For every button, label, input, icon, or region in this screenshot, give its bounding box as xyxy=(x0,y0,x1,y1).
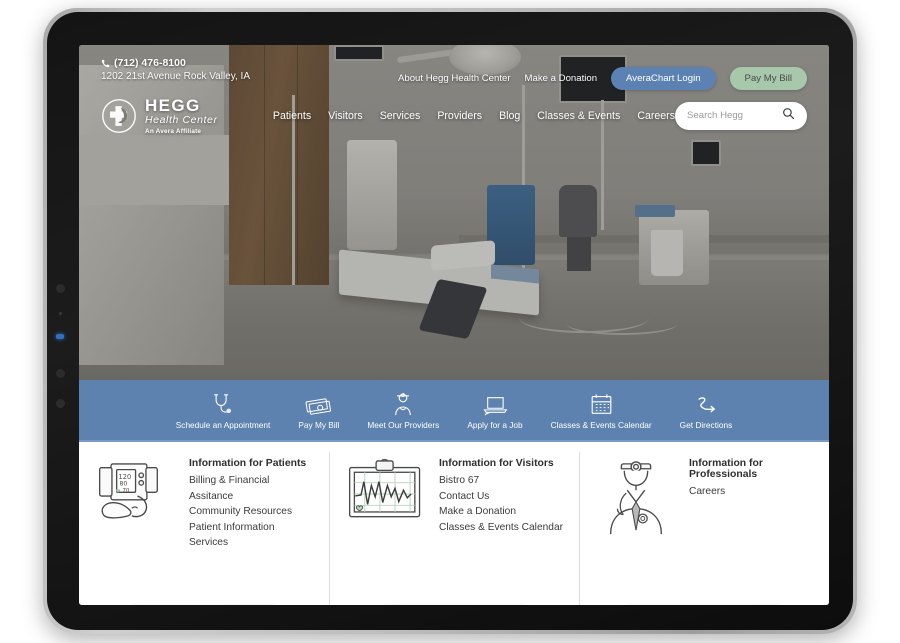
info-link[interactable]: Billing & Financial xyxy=(189,473,316,489)
phone-number: (712) 476-8100 xyxy=(114,57,186,69)
nav-item-careers[interactable]: Careers xyxy=(637,110,675,122)
phone-row[interactable]: (712) 476-8100 xyxy=(101,57,250,69)
info-title: Information for Patients xyxy=(189,458,307,469)
info-column-professionals: Information for Professionals Careers xyxy=(579,452,829,605)
info-link[interactable]: Make a Donation xyxy=(439,504,566,520)
laptop-icon xyxy=(482,391,508,417)
quicklink-label: Classes & Events Calendar xyxy=(550,419,652,430)
info-link[interactable]: Services xyxy=(189,535,316,551)
stethoscope-icon xyxy=(210,391,236,417)
info-body: Information for Patients Billing & Finan… xyxy=(189,456,316,605)
brand-text: HEGG Health Center An Avera Affiliate xyxy=(145,97,218,135)
search-box[interactable] xyxy=(675,101,807,130)
ambient-sensor-icon xyxy=(59,312,62,315)
info-link[interactable]: Patient Information xyxy=(189,520,316,536)
blood-pressure-monitor-icon: 120 80 70 xyxy=(92,456,180,605)
hegg-circular-cross-logo-icon xyxy=(101,98,137,134)
utility-link-about[interactable]: About Hegg Health Center xyxy=(398,73,511,84)
averachart-login-button[interactable]: AveraChart Login xyxy=(611,67,716,90)
winding-arrow-icon xyxy=(693,391,719,417)
quicklink-label: Schedule an Appointment xyxy=(175,419,271,430)
utility-link-donation[interactable]: Make a Donation xyxy=(525,73,598,84)
info-link[interactable]: Contact Us xyxy=(439,489,566,505)
quicklink-apply-for-job[interactable]: Apply for a Job xyxy=(453,391,536,430)
quicklink-label: Apply for a Job xyxy=(467,419,523,430)
quicklink-pay-my-bill[interactable]: Pay My Bill xyxy=(284,391,353,430)
pay-my-bill-button[interactable]: Pay My Bill xyxy=(729,67,807,90)
svg-text:80: 80 xyxy=(119,481,127,488)
svg-text:70: 70 xyxy=(122,488,130,494)
nav-item-patients[interactable]: Patients xyxy=(273,110,311,122)
quicklink-schedule-appointment[interactable]: Schedule an Appointment xyxy=(162,391,285,430)
tablet-bezel: (712) 476-8100 1202 21st Avenue Rock Val… xyxy=(47,12,853,630)
camera-sensor-icon xyxy=(56,369,65,378)
quicklink-meet-providers[interactable]: Meet Our Providers xyxy=(353,391,453,430)
camera-sensor-icon xyxy=(56,284,65,293)
info-link[interactable]: Careers xyxy=(689,484,816,500)
info-columns-section: 120 80 70 Information for Patients Billi… xyxy=(79,442,829,605)
address-text: 1202 21st Avenue Rock Valley, IA xyxy=(101,71,250,82)
status-led-icon xyxy=(56,334,64,339)
doctor-portrait-icon xyxy=(592,456,680,605)
primary-navigation: Patients Visitors Services Providers Blo… xyxy=(273,110,675,122)
search-icon[interactable] xyxy=(782,107,795,125)
quicklink-label: Meet Our Providers xyxy=(367,419,440,430)
tablet-device-frame: (712) 476-8100 1202 21st Avenue Rock Val… xyxy=(43,8,857,634)
info-link[interactable]: Assitance xyxy=(189,489,316,505)
info-body: Information for Visitors Bistro 67 Conta… xyxy=(439,456,566,605)
brand-subtitle: Health Center xyxy=(145,114,218,126)
site-logo[interactable]: HEGG Health Center An Avera Affiliate xyxy=(101,97,267,135)
hero-banner: (712) 476-8100 1202 21st Avenue Rock Val… xyxy=(79,45,829,380)
quicklink-classes-events-calendar[interactable]: Classes & Events Calendar xyxy=(537,391,666,430)
info-title: Information for Visitors xyxy=(439,458,554,469)
nav-item-services[interactable]: Services xyxy=(380,110,421,122)
hero-top-bar: (712) 476-8100 1202 21st Avenue Rock Val… xyxy=(79,45,829,90)
money-bills-icon xyxy=(305,391,333,417)
info-body: Information for Professionals Careers xyxy=(689,456,816,605)
info-column-patients: 120 80 70 Information for Patients Billi… xyxy=(79,456,329,605)
brand-name: HEGG xyxy=(145,96,201,115)
calendar-icon xyxy=(590,391,613,417)
nav-item-providers[interactable]: Providers xyxy=(437,110,482,122)
doctor-icon xyxy=(391,391,415,417)
phone-icon xyxy=(101,59,110,68)
contact-info: (712) 476-8100 1202 21st Avenue Rock Val… xyxy=(101,57,250,82)
ekg-clipboard-icon xyxy=(342,456,430,605)
camera-sensor-icon xyxy=(56,399,65,408)
utility-nav: About Hegg Health Center Make a Donation… xyxy=(398,67,807,90)
info-link[interactable]: Classes & Events Calendar xyxy=(439,520,566,536)
quicklink-label: Pay My Bill xyxy=(298,419,340,430)
quicklink-label: Get Directions xyxy=(679,419,733,430)
main-nav-row: HEGG Health Center An Avera Affiliate Pa… xyxy=(79,97,829,135)
search-input[interactable] xyxy=(687,110,776,122)
info-title: Information for Professionals xyxy=(689,458,763,480)
nav-item-blog[interactable]: Blog xyxy=(499,110,520,122)
brand-affiliate: An Avera Affiliate xyxy=(145,127,202,135)
info-link[interactable]: Community Resources xyxy=(189,504,316,520)
quick-links-bar: Schedule an Appointment Pay My Bill Meet… xyxy=(79,380,829,442)
quicklink-get-directions[interactable]: Get Directions xyxy=(666,391,747,430)
nav-item-visitors[interactable]: Visitors xyxy=(328,110,363,122)
nav-item-classes-events[interactable]: Classes & Events xyxy=(537,110,620,122)
info-link[interactable]: Bistro 67 xyxy=(439,473,566,489)
info-column-visitors: Information for Visitors Bistro 67 Conta… xyxy=(329,452,579,605)
tablet-screen: (712) 476-8100 1202 21st Avenue Rock Val… xyxy=(79,45,829,605)
